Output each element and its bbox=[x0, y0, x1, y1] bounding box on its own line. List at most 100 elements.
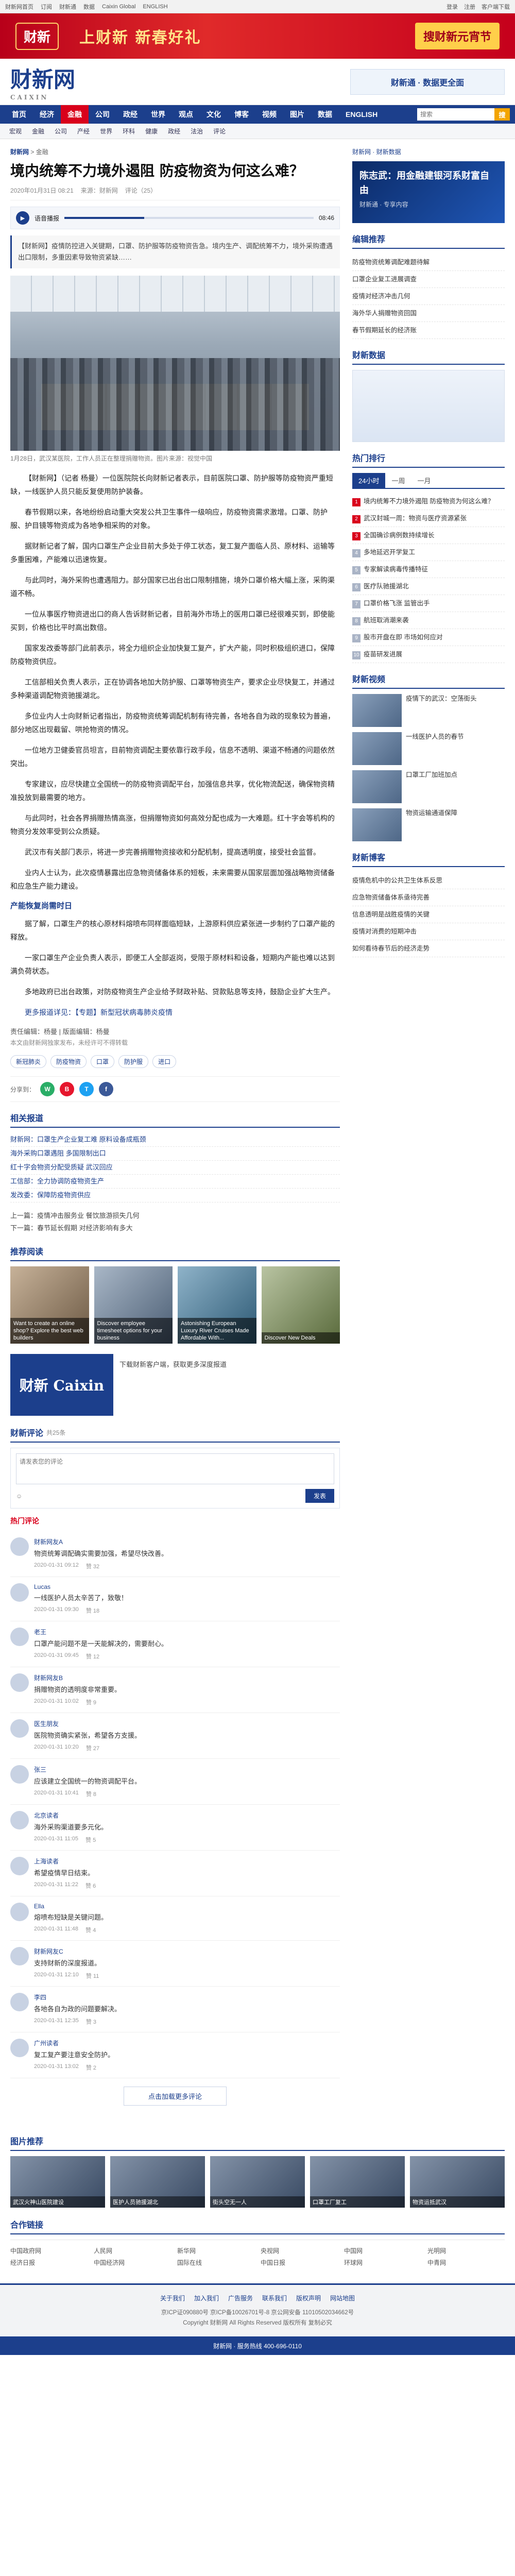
sidebar-ad[interactable]: 陈志武：用金融建银河系财富自由 财新通 · 专享内容 bbox=[352, 161, 505, 223]
breadcrumb-home[interactable]: 财新网 bbox=[10, 148, 29, 156]
partner-link[interactable]: 国际在线 bbox=[177, 2258, 254, 2267]
comment-like-button[interactable]: 赞 3 bbox=[86, 2018, 96, 2026]
subnav-item[interactable]: 公司 bbox=[50, 127, 71, 135]
comment-author[interactable]: Ella bbox=[34, 1903, 340, 1910]
subnav-item[interactable]: 世界 bbox=[96, 127, 116, 135]
nav-item[interactable]: 观点 bbox=[172, 105, 200, 124]
partner-link[interactable]: 中国日报 bbox=[261, 2258, 338, 2267]
topbar-link[interactable]: 财新网首页 bbox=[5, 3, 33, 11]
load-more-comments-button[interactable]: 点击加载更多评论 bbox=[124, 2087, 227, 2106]
tab-month[interactable]: 一月 bbox=[411, 473, 437, 488]
editor-pick-item[interactable]: 海外华人捐赠物资回国 bbox=[352, 305, 505, 322]
nav-item[interactable]: 世界 bbox=[144, 105, 172, 124]
subnav-item[interactable]: 环科 bbox=[118, 127, 139, 135]
avatar[interactable] bbox=[10, 1719, 29, 1738]
ranking-item[interactable]: 6 医疗队驰援湖北 bbox=[352, 578, 505, 595]
subnav-item[interactable]: 法治 bbox=[186, 127, 207, 135]
blog-item[interactable]: 信息透明是战胜疫情的关键 bbox=[352, 906, 505, 923]
tag[interactable]: 防护服 bbox=[118, 1055, 149, 1068]
video-item[interactable]: 一线医护人员的春节 bbox=[352, 732, 505, 765]
partner-link[interactable]: 中国政府网 bbox=[10, 2246, 88, 2255]
avatar[interactable] bbox=[10, 1857, 29, 1875]
tab-week[interactable]: 一周 bbox=[385, 473, 411, 488]
topic-link[interactable]: 更多报道详见：【专题】新型冠状病毒肺炎疫情 bbox=[25, 1008, 173, 1016]
editor-pick-item[interactable]: 春节假期延长的经济账 bbox=[352, 322, 505, 339]
wechat-icon[interactable]: W bbox=[40, 1082, 55, 1096]
comment-author[interactable]: 财新网友C bbox=[34, 1947, 340, 1956]
editor-pick-item[interactable]: 疫情对经济冲击几何 bbox=[352, 288, 505, 305]
header-ad[interactable]: 财新通 · 数据更全面 bbox=[350, 69, 505, 95]
nav-item[interactable]: 图片 bbox=[283, 105, 311, 124]
topbar-link[interactable]: Caixin Global bbox=[102, 4, 135, 10]
nav-item[interactable]: 文化 bbox=[200, 105, 228, 124]
partner-link[interactable]: 央视网 bbox=[261, 2246, 338, 2255]
video-item[interactable]: 口罩工厂加班加点 bbox=[352, 770, 505, 803]
partner-link[interactable]: 人民网 bbox=[94, 2246, 171, 2255]
subnav-item[interactable]: 评论 bbox=[209, 127, 230, 135]
subnav-item[interactable]: 金融 bbox=[28, 127, 48, 135]
footer-link[interactable]: 版权声明 bbox=[296, 2293, 321, 2303]
search-input[interactable] bbox=[417, 108, 494, 121]
comment-author[interactable]: 财新网友B bbox=[34, 1673, 340, 1682]
subnav-item[interactable]: 宏观 bbox=[5, 127, 26, 135]
topbar-link[interactable]: ENGLISH bbox=[143, 4, 167, 10]
twitter-icon[interactable]: T bbox=[79, 1082, 94, 1096]
login-link[interactable]: 登录 bbox=[447, 3, 458, 11]
subnav-item[interactable]: 健康 bbox=[141, 127, 162, 135]
subnav-item[interactable]: 产经 bbox=[73, 127, 94, 135]
photo-card[interactable]: 物资运抵武汉 bbox=[410, 2156, 505, 2208]
avatar[interactable] bbox=[10, 1947, 29, 1965]
tab-24h[interactable]: 24小时 bbox=[352, 473, 386, 488]
tag[interactable]: 防疫物资 bbox=[50, 1055, 87, 1068]
tag[interactable]: 口罩 bbox=[91, 1055, 115, 1068]
promo-card[interactable]: Discover employee timesheet options for … bbox=[94, 1266, 173, 1344]
promo-card[interactable]: Want to create an online shop? Explore t… bbox=[10, 1266, 89, 1344]
footer-link[interactable]: 广告服务 bbox=[228, 2293, 253, 2303]
comment-like-button[interactable]: 赞 8 bbox=[86, 1790, 96, 1798]
ranking-item[interactable]: 5 专家解读病毒传播特征 bbox=[352, 561, 505, 578]
partner-link[interactable]: 新华网 bbox=[177, 2246, 254, 2255]
comment-like-button[interactable]: 赞 18 bbox=[86, 1606, 99, 1615]
promo-card[interactable]: Astonishing European Luxury River Cruise… bbox=[178, 1266, 256, 1344]
comment-author[interactable]: 李四 bbox=[34, 1993, 340, 2002]
sidebar-top-links[interactable]: 财新网 · 财新数据 bbox=[352, 147, 505, 156]
comment-like-button[interactable]: 赞 32 bbox=[86, 1562, 99, 1570]
related-item[interactable]: 工信部：全力协调防疫物资生产 bbox=[10, 1175, 340, 1189]
nav-item-active[interactable]: 金融 bbox=[61, 105, 89, 124]
related-item[interactable]: 红十字会物资分配受质疑 武汉回应 bbox=[10, 1161, 340, 1175]
photo-card[interactable]: 医护人员驰援湖北 bbox=[110, 2156, 205, 2208]
avatar[interactable] bbox=[10, 1537, 29, 1556]
next-article-link[interactable]: 下一篇：春节延长假期 对经济影响有多大 bbox=[10, 1222, 340, 1234]
nav-item[interactable]: 数据 bbox=[311, 105, 339, 124]
subnav-item[interactable]: 政经 bbox=[164, 127, 184, 135]
topbar-link[interactable]: 财新通 bbox=[59, 3, 76, 11]
partner-link[interactable]: 经济日报 bbox=[10, 2258, 88, 2267]
photo-card[interactable]: 武汉火神山医院建设 bbox=[10, 2156, 105, 2208]
nav-item[interactable]: ENGLISH bbox=[339, 105, 384, 124]
footer-link[interactable]: 加入我们 bbox=[194, 2293, 219, 2303]
partner-link[interactable]: 中国经济网 bbox=[94, 2258, 171, 2267]
ranking-item[interactable]: 1 境内统筹不力境外遏阻 防疫物资为何这么难？ bbox=[352, 493, 505, 510]
comment-input[interactable] bbox=[16, 1453, 334, 1484]
tag[interactable]: 进口 bbox=[152, 1055, 177, 1068]
ranking-item[interactable]: 2 武汉封城一周：物资与医疗资源紧张 bbox=[352, 510, 505, 527]
comment-author[interactable]: 广州读者 bbox=[34, 2039, 340, 2047]
ranking-item[interactable]: 3 全国确诊病例数持续增长 bbox=[352, 527, 505, 544]
video-item[interactable]: 疫情下的武汉：空荡街头 bbox=[352, 694, 505, 727]
register-link[interactable]: 注册 bbox=[464, 3, 475, 11]
data-widget[interactable] bbox=[352, 370, 505, 442]
related-item[interactable]: 海外采购口罩遇阻 多国限制出口 bbox=[10, 1147, 340, 1161]
comment-like-button[interactable]: 赞 9 bbox=[86, 1698, 96, 1706]
avatar[interactable] bbox=[10, 1765, 29, 1784]
comment-like-button[interactable]: 赞 5 bbox=[85, 1836, 96, 1844]
topbar-link[interactable]: 数据 bbox=[83, 3, 95, 11]
nav-item[interactable]: 博客 bbox=[228, 105, 255, 124]
play-icon[interactable]: ▶ bbox=[16, 211, 29, 225]
avatar[interactable] bbox=[10, 2039, 29, 2057]
partner-link[interactable]: 环球网 bbox=[344, 2258, 421, 2267]
comment-author[interactable]: 财新网友A bbox=[34, 1537, 340, 1546]
nav-item[interactable]: 视频 bbox=[255, 105, 283, 124]
comment-like-button[interactable]: 赞 4 bbox=[85, 1926, 96, 1934]
comment-like-button[interactable]: 赞 12 bbox=[86, 1652, 99, 1660]
site-logo[interactable]: 财新网 CAIXIN bbox=[10, 62, 75, 101]
